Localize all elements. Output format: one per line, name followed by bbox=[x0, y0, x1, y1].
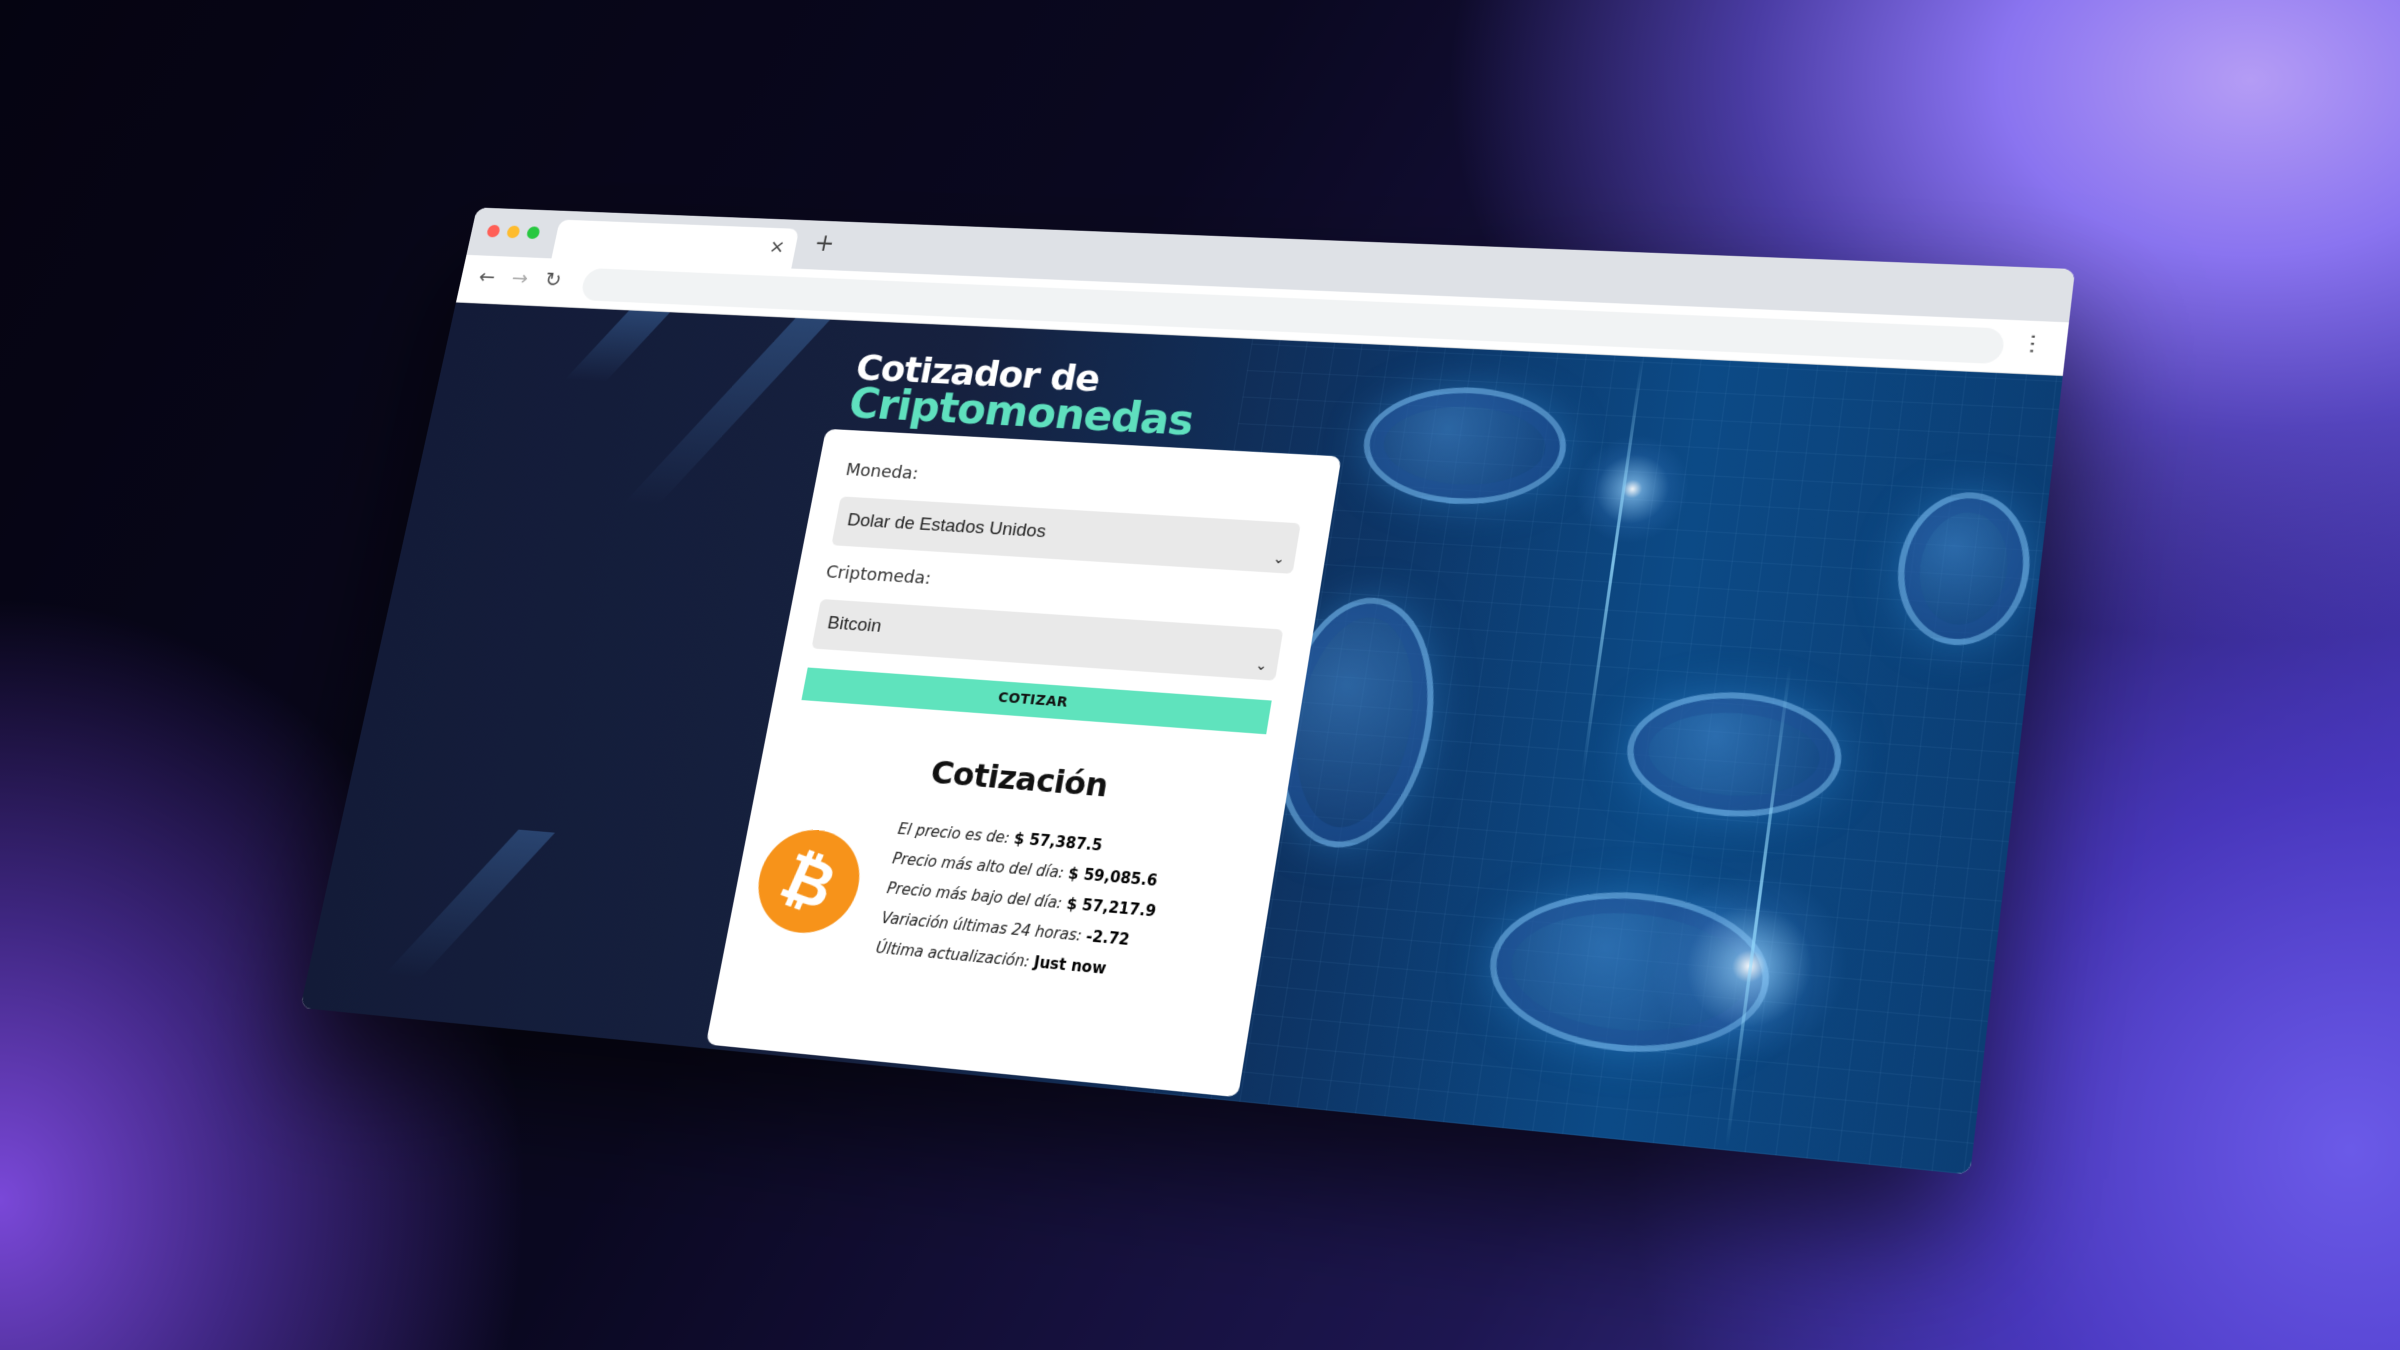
price-label: El precio es de: bbox=[896, 819, 1016, 848]
crypto-select[interactable]: Bitcoin ⌄ bbox=[811, 598, 1284, 681]
page-content: Cotizador de Criptomonedas Moneda: Dolar… bbox=[300, 302, 2063, 1175]
forward-arrow-icon[interactable]: → bbox=[509, 268, 531, 292]
reload-icon[interactable]: ↻ bbox=[542, 269, 564, 293]
close-window-button[interactable] bbox=[486, 224, 501, 238]
currency-select-value: Dolar de Estados Unidos bbox=[845, 510, 1048, 542]
crypto-select-value: Bitcoin bbox=[825, 612, 884, 637]
last-update-value: Just now bbox=[1032, 953, 1108, 978]
low-price-value: $ 57,217.9 bbox=[1065, 894, 1158, 921]
new-tab-icon[interactable]: + bbox=[812, 230, 837, 258]
browser-menu-icon[interactable]: ⋯ bbox=[2015, 332, 2048, 355]
change-24h-value: -2.72 bbox=[1084, 926, 1131, 950]
chevron-down-icon: ⌄ bbox=[1272, 550, 1287, 567]
minimize-window-button[interactable] bbox=[505, 225, 521, 239]
maximize-window-button[interactable] bbox=[525, 226, 541, 240]
background-streak bbox=[623, 318, 831, 506]
back-arrow-icon[interactable]: ← bbox=[476, 266, 498, 290]
page-title: Cotizador de Criptomonedas bbox=[845, 347, 1203, 446]
price-value: $ 57,387.5 bbox=[1012, 829, 1104, 855]
background-streak bbox=[564, 310, 671, 383]
bitcoin-icon: ₿ bbox=[749, 826, 868, 938]
chevron-down-icon: ⌄ bbox=[1254, 656, 1269, 674]
high-price-value: $ 59,085.6 bbox=[1066, 864, 1159, 890]
currency-label: Moneda: bbox=[844, 460, 921, 484]
background-streak bbox=[384, 829, 556, 979]
quote-submit-button[interactable]: COTIZAR bbox=[801, 667, 1272, 735]
scene: × + ← → ↻ ⋯ Cotizador de Criptomonedas M… bbox=[0, 0, 2400, 1350]
quote-heading: Cotización bbox=[927, 753, 1111, 805]
currency-select[interactable]: Dolar de Estados Unidos ⌄ bbox=[831, 496, 1301, 574]
quote-form-card: Moneda: Dolar de Estados Unidos ⌄ Cripto… bbox=[705, 428, 1342, 1098]
quote-result: ₿ El precio es de: $ 57,387.5 Precio más… bbox=[749, 804, 1249, 995]
window-controls bbox=[486, 224, 541, 240]
quote-stats: El precio es de: $ 57,387.5 Precio más a… bbox=[873, 814, 1168, 988]
bitcoin-symbol: ₿ bbox=[770, 838, 847, 925]
browser-window: × + ← → ↻ ⋯ Cotizador de Criptomonedas M… bbox=[300, 207, 2076, 1175]
close-tab-icon[interactable]: × bbox=[768, 235, 787, 257]
